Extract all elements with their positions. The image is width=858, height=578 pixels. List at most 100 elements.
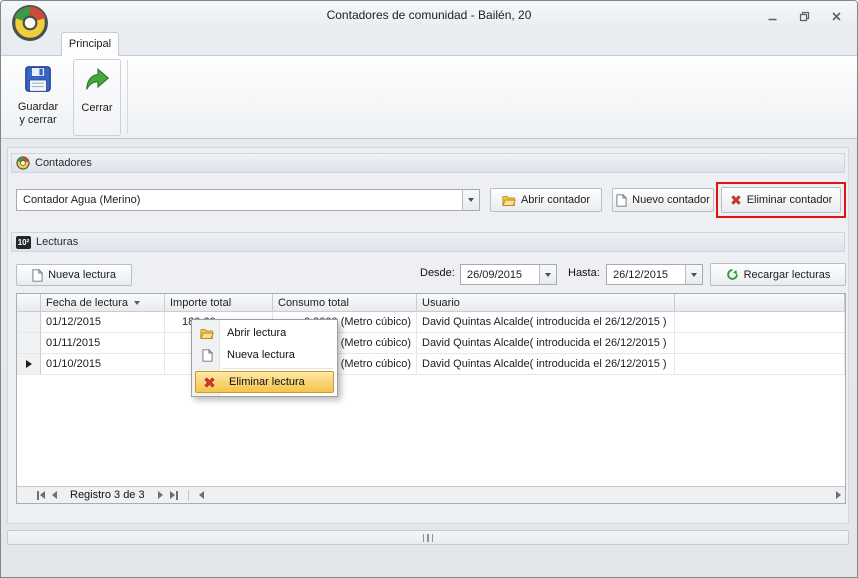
app-window: Contadores de comunidad - Bailén, 20 Pri…	[0, 0, 858, 578]
nueva-lectura-button[interactable]: Nueva lectura	[16, 264, 132, 286]
close-button[interactable]	[825, 8, 847, 24]
new-document-icon	[616, 194, 627, 207]
column-header-label: Usuario	[422, 297, 460, 309]
nav-last-icon	[176, 491, 178, 500]
minimize-button[interactable]	[761, 8, 783, 24]
cell-fecha[interactable]: 01/12/2015	[41, 312, 165, 333]
abrir-contador-label: Abrir contador	[521, 194, 590, 206]
column-header-fecha[interactable]: Fecha de lectura	[41, 294, 165, 312]
table-row[interactable]: 01/10/2015 0,0000 (Metro cúbico) David Q…	[17, 354, 845, 375]
nuevo-contador-label: Nuevo contador	[632, 194, 710, 206]
row-indicator	[17, 312, 41, 333]
recargar-lecturas-label: Recargar lecturas	[744, 269, 831, 281]
eliminar-contador-label: Eliminar contador	[747, 194, 833, 206]
desde-date-editor[interactable]: 26/09/2015	[460, 264, 557, 285]
menu-separator	[223, 368, 333, 369]
contadores-icon	[16, 156, 30, 170]
chevron-down-icon	[545, 273, 551, 277]
scroll-left-icon	[199, 491, 204, 499]
column-header-filler	[675, 294, 845, 312]
app-logo-icon[interactable]	[11, 4, 49, 42]
close-icon	[831, 11, 842, 22]
guardar-y-cerrar-button[interactable]: Guardar y cerrar	[9, 59, 67, 136]
form-scrollbar[interactable]	[7, 530, 849, 545]
table-row[interactable]: 01/12/2015 180,60 0,0000 (Metro cúbico) …	[17, 312, 845, 333]
hasta-date-value: 26/12/2015	[607, 265, 685, 284]
nav-last-icon	[170, 491, 175, 499]
recargar-lecturas-button[interactable]: Recargar lecturas	[710, 263, 846, 286]
abrir-contador-button[interactable]: Abrir contador	[490, 188, 602, 212]
menu-item-abrir-lectura[interactable]: Abrir lectura	[194, 322, 335, 344]
column-header-label: Fecha de lectura	[46, 297, 128, 309]
cell-fecha[interactable]: 01/11/2015	[41, 333, 165, 354]
cell-text: David Quintas Alcalde( introducida el 26…	[422, 358, 667, 370]
annotation-highlight: Eliminar contador	[716, 182, 846, 218]
nuevo-contador-button[interactable]: Nuevo contador	[612, 188, 714, 212]
nav-next-button[interactable]	[158, 491, 163, 499]
eliminar-contador-button[interactable]: Eliminar contador	[721, 187, 841, 213]
hasta-label: Hasta:	[568, 267, 600, 279]
tab-principal-label: Principal	[69, 38, 111, 50]
menu-item-eliminar-lectura[interactable]: Eliminar lectura	[195, 371, 334, 393]
column-header-label: Importe total	[170, 297, 231, 309]
grid-empty-area	[17, 375, 845, 486]
folder-icon	[194, 327, 220, 340]
desde-label: Desde:	[420, 267, 455, 279]
delete-x-icon	[196, 376, 222, 389]
title-bar: Contadores de comunidad - Bailén, 20	[1, 1, 857, 31]
table-row[interactable]: 01/11/2015 0,0000 (Metro cúbico) David Q…	[17, 333, 845, 354]
restore-button[interactable]	[793, 8, 815, 24]
restore-icon	[799, 11, 810, 22]
nav-prev-button[interactable]	[52, 491, 57, 499]
save-icon	[23, 64, 53, 97]
scrollbar-grip-icon	[423, 534, 425, 542]
tab-principal[interactable]: Principal	[61, 32, 119, 56]
grid-navigator: Registro 3 de 3	[17, 486, 845, 503]
guardar-y-cerrar-label: Guardar y cerrar	[18, 101, 58, 127]
desde-date-dropdown[interactable]	[539, 265, 556, 284]
cell-usuario[interactable]: David Quintas Alcalde( introducida el 26…	[417, 333, 675, 354]
menu-item-label: Abrir lectura	[220, 327, 286, 339]
nueva-lectura-label: Nueva lectura	[48, 269, 116, 281]
hscroll-left-button[interactable]	[199, 491, 204, 499]
lecturas-icon: 10²	[16, 236, 31, 249]
context-menu: Abrir lectura Nueva lectura Eliminar lec…	[191, 319, 338, 397]
hasta-date-editor[interactable]: 26/12/2015	[606, 264, 703, 285]
sort-arrow-icon	[134, 301, 140, 305]
nav-last-button[interactable]	[170, 491, 178, 500]
grid-header-row: Fecha de lectura Importe total Consumo t…	[17, 294, 845, 312]
cell-text: 01/12/2015	[46, 316, 101, 328]
cerrar-button[interactable]: Cerrar	[73, 59, 121, 136]
column-header-consumo[interactable]: Consumo total	[273, 294, 417, 312]
delete-x-icon	[730, 194, 742, 206]
close-form-arrow-icon	[82, 65, 112, 98]
ribbon-toolbar: Guardar y cerrar Cerrar	[1, 55, 857, 139]
refresh-icon	[726, 268, 739, 281]
contador-combobox-dropdown[interactable]	[462, 190, 479, 210]
cell-fecha[interactable]: 01/10/2015	[41, 354, 165, 375]
menu-item-nueva-lectura[interactable]: Nueva lectura	[194, 344, 335, 366]
nav-prev-icon	[52, 491, 57, 499]
contador-combobox[interactable]: Contador Agua (Merino)	[16, 189, 480, 211]
nav-next-icon	[158, 491, 163, 499]
new-document-icon	[32, 269, 43, 282]
nav-first-icon	[37, 491, 39, 500]
contadores-group-title: Contadores	[35, 157, 92, 169]
nav-record-text: Registro 3 de 3	[70, 489, 145, 501]
cell-usuario[interactable]: David Quintas Alcalde( introducida el 26…	[417, 312, 675, 333]
window-title: Contadores de comunidad - Bailén, 20	[1, 1, 857, 30]
main-panel: Contadores Contador Agua (Merino) Abrir …	[7, 147, 849, 524]
cell-filler	[675, 354, 845, 375]
menu-item-label: Nueva lectura	[220, 349, 295, 361]
contadores-group-header: Contadores	[11, 153, 845, 173]
cell-usuario[interactable]: David Quintas Alcalde( introducida el 26…	[417, 354, 675, 375]
lecturas-group-header: 10² Lecturas	[11, 232, 845, 252]
column-header-usuario[interactable]: Usuario	[417, 294, 675, 312]
column-header-importe[interactable]: Importe total	[165, 294, 273, 312]
cell-text: 01/11/2015	[46, 337, 100, 349]
desde-date-value: 26/09/2015	[461, 265, 539, 284]
nav-first-button[interactable]	[37, 491, 45, 500]
hasta-date-dropdown[interactable]	[685, 265, 702, 284]
contador-combobox-value: Contador Agua (Merino)	[17, 190, 462, 210]
hscroll-right-button[interactable]	[836, 491, 841, 499]
